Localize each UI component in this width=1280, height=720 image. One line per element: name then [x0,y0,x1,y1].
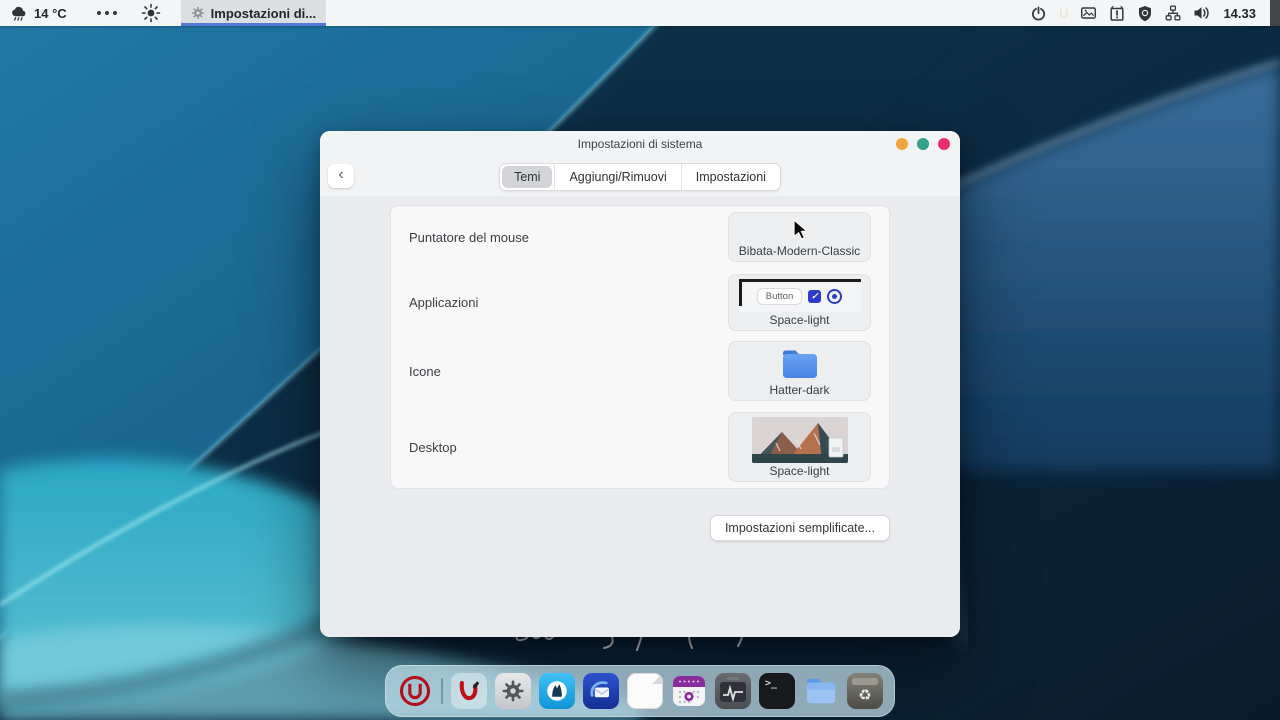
icon-theme-selector[interactable]: Hatter-dark [728,341,871,401]
minimize-button[interactable] [896,138,908,150]
terminal-prompt: >_ [765,678,777,689]
brightness-button[interactable] [141,3,161,23]
row-applications: Applicazioni Button ✓ Space-light [391,268,889,336]
screenshot-image-icon[interactable] [1080,5,1097,21]
taskbar-item-label: Impostazioni di... [211,6,316,21]
close-button[interactable] [938,138,950,150]
icon-theme-name: Hatter-dark [769,383,829,397]
cursor-arrow-icon [791,219,809,241]
weather-widget[interactable]: 14 °C [10,5,67,22]
clock-label[interactable]: 14.33 [1223,6,1256,21]
dock-file-manager-icon[interactable] [803,673,839,709]
themes-card: Puntatore del mouse Bibata-Modern-Classi… [390,205,890,489]
row-mouse-pointer: Puntatore del mouse Bibata-Modern-Classi… [391,206,889,268]
updates-package-icon[interactable] [1109,5,1125,22]
preview-checkbox: ✓ [808,290,821,303]
desktop: 14 °C [0,0,1280,720]
dock: >_ ♻ [385,665,895,717]
dock-text-editor-icon[interactable] [627,673,663,709]
security-shield-icon[interactable] [1137,5,1153,22]
desktop-theme-name: Space-light [769,464,829,478]
settings-content: Puntatore del mouse Bibata-Modern-Classi… [320,196,960,637]
chevron-left-icon: ‹ [338,167,343,183]
volume-icon[interactable] [1193,5,1211,21]
distro-logo-icon[interactable]: U [1059,7,1068,20]
row-icons: Icone Hatter-dark [391,336,889,406]
tab-label: Temi [514,170,540,184]
dock-librewolf-icon[interactable] [539,673,575,709]
settings-window: Impostazioni di sistema ‹ Temi Aggiungi/… [320,131,960,637]
widget-preview: Button ✓ [739,279,861,312]
dock-writer-icon[interactable] [451,673,487,709]
tab-impostazioni[interactable]: Impostazioni [681,164,780,190]
power-icon[interactable] [1030,5,1047,22]
simplified-settings-button[interactable]: Impostazioni semplificate... [710,515,890,541]
rain-cloud-icon [10,5,29,22]
application-theme-selector[interactable]: Button ✓ Space-light [728,274,871,331]
cursor-theme-name: Bibata-Modern-Classic [739,244,860,258]
dock-trash-icon[interactable]: ♻ [847,673,883,709]
row-label: Icone [409,364,441,379]
dock-thunderbird-icon[interactable] [583,673,619,709]
window-titlebar[interactable]: Impostazioni di sistema [320,131,960,157]
row-label: Puntatore del mouse [409,230,529,245]
row-desktop: Desktop [391,406,889,488]
folder-icon [780,348,820,381]
preview-button: Button [757,288,802,305]
cursor-theme-selector[interactable]: Bibata-Modern-Classic [728,212,871,262]
show-desktop-button[interactable] [1270,0,1280,26]
temperature-label: 14 °C [34,6,67,21]
dock-launcher-icon[interactable] [397,673,433,709]
tab-label: Aggiungi/Rimuovi [569,170,666,184]
application-theme-name: Space-light [769,313,829,327]
desktop-theme-selector[interactable]: Space-light [728,412,871,482]
preview-radio [827,289,842,304]
sun-icon [141,3,161,23]
trash-lid [852,678,878,685]
recycle-icon: ♻ [858,686,871,704]
gear-icon [191,6,205,20]
page-fold [652,673,663,684]
window-title: Impostazioni di sistema [578,137,703,151]
dock-system-monitor-icon[interactable] [715,673,751,709]
network-icon[interactable] [1165,5,1181,21]
row-label: Applicazioni [409,295,478,310]
tab-aggiungi-rimuovi[interactable]: Aggiungi/Rimuovi [554,164,680,190]
tab-label: Impostazioni [696,170,766,184]
folder-preview [780,346,820,382]
maximize-button[interactable] [917,138,929,150]
dock-settings-icon[interactable] [495,673,531,709]
window-controls [896,138,950,150]
row-label: Desktop [409,440,457,455]
footer: Impostazioni semplificate... [390,515,890,541]
cursor-preview [791,217,809,243]
overflow-dots-button[interactable] [97,11,117,15]
dock-separator [441,678,443,704]
dock-calendar-icon[interactable] [671,673,707,709]
window-toolbar: ‹ Temi Aggiungi/Rimuovi Impostazioni [320,157,960,196]
dock-terminal-icon[interactable]: >_ [759,673,795,709]
top-panel: 14 °C [0,0,1280,26]
tab-temi[interactable]: Temi [502,166,552,188]
taskbar-item-settings[interactable]: Impostazioni di... [181,0,326,26]
top-panel-left: 14 °C [0,0,326,26]
system-tray: U [1030,0,1280,26]
tab-bar: Temi Aggiungi/Rimuovi Impostazioni [499,163,781,191]
wallpaper-thumbnail [752,417,848,463]
back-button[interactable]: ‹ [328,164,354,188]
